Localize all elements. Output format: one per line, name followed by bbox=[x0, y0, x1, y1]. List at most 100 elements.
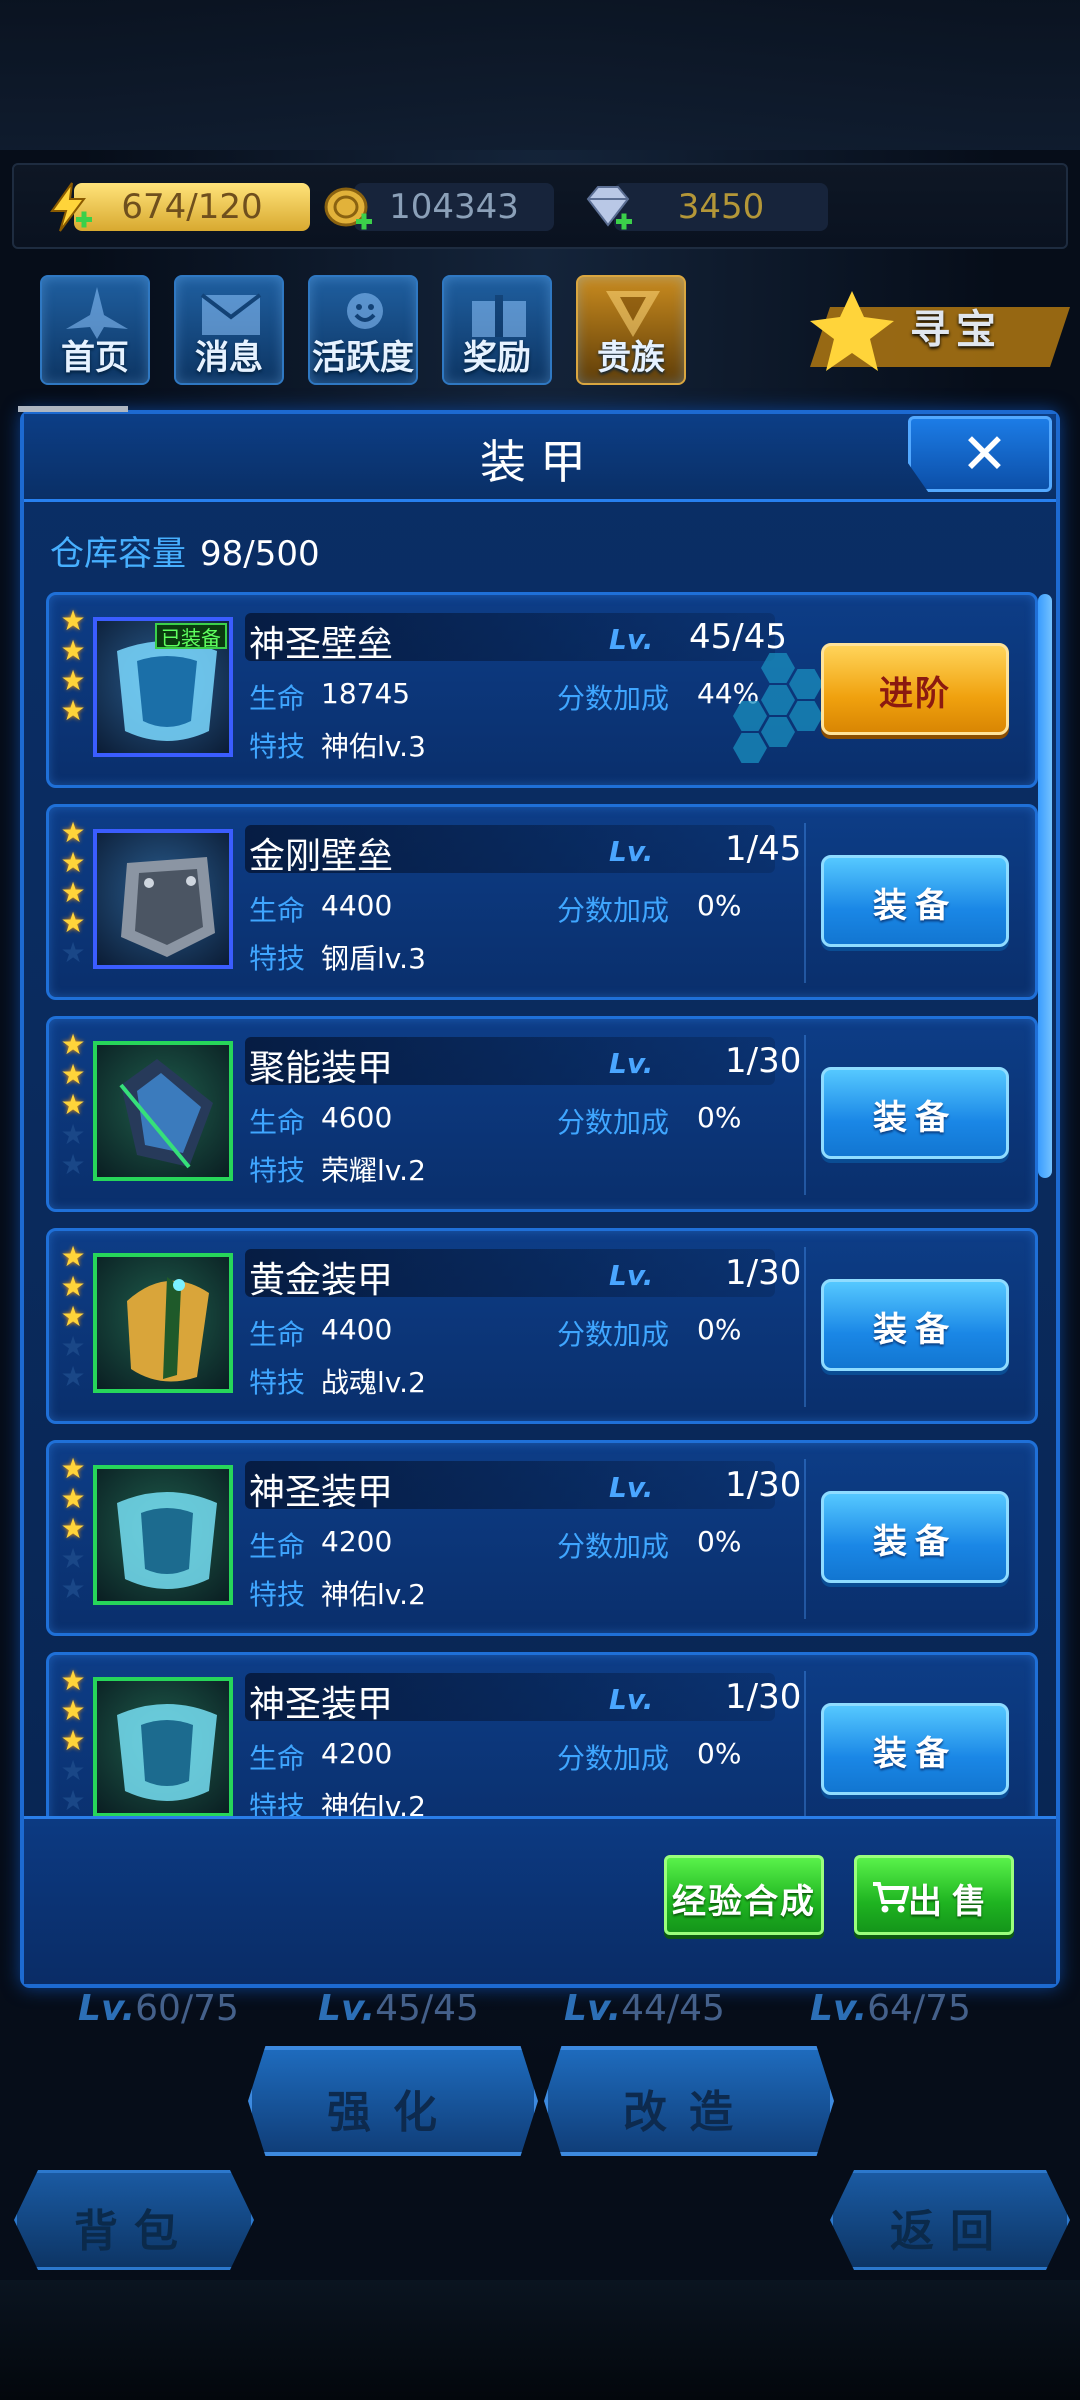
nav-rewards-button[interactable]: 奖励 bbox=[442, 275, 552, 385]
level-strip: Lv.60/75 Lv.45/45 Lv.44/45 Lv.64/75 bbox=[0, 1988, 1080, 2034]
list-item[interactable]: ★ ★ ★ ★ 已装备 神圣壁垒 Lv. 45/45 生命 18745 分数加成 44… bbox=[46, 592, 1038, 788]
equip-button[interactable]: 装备 bbox=[821, 1279, 1009, 1371]
armor-name: 神圣装甲 bbox=[249, 1684, 394, 1725]
star-rating: ★ ★ ★ ★ ★ bbox=[59, 1031, 89, 1181]
bonus-label: 分数加成 bbox=[557, 894, 670, 927]
armor-thumbnail[interactable] bbox=[93, 1041, 233, 1181]
armor-thumbnail[interactable]: 已装备 bbox=[93, 617, 233, 757]
star-icon: ★ bbox=[60, 1028, 86, 1061]
resource-bar: 674/120 104343 3450 bbox=[12, 163, 1068, 249]
level-value: 1/30 bbox=[725, 1041, 802, 1081]
skill-label: 特技 bbox=[249, 942, 306, 975]
armor-name: 金刚壁垒 bbox=[249, 836, 394, 877]
list-item[interactable]: ★ ★ ★ ★ ★ 聚能装甲 Lv. 1/30 生命 4600 分数加成 0% 特技 荣… bbox=[46, 1016, 1038, 1212]
nav-vip-button[interactable]: 贵族 bbox=[576, 275, 686, 385]
back-button[interactable]: 返回 bbox=[830, 2170, 1070, 2270]
close-button[interactable]: ✕ bbox=[908, 416, 1052, 492]
skill-label: 特技 bbox=[249, 1790, 306, 1816]
divider bbox=[804, 1671, 806, 1816]
hp-label: 生命 bbox=[249, 682, 306, 715]
star-empty-icon: ★ bbox=[60, 1148, 86, 1181]
steel-plate-icon bbox=[121, 857, 215, 957]
scroll-thumb[interactable] bbox=[1038, 594, 1052, 1178]
enhance-label: 强化 bbox=[327, 2087, 459, 2138]
list-item[interactable]: ★ ★ ★ ★ ★ 金刚壁垒 Lv. 1/45 生命 4400 分数加成 0% 特技 钢… bbox=[46, 804, 1038, 1000]
nav-home-button[interactable]: 首页 bbox=[40, 275, 150, 385]
coin-value: 104343 bbox=[389, 187, 519, 227]
armor-thumbnail[interactable] bbox=[93, 1465, 233, 1605]
star-icon: ★ bbox=[60, 906, 86, 939]
star-icon: ★ bbox=[60, 664, 86, 697]
armor-name: 神圣装甲 bbox=[249, 1472, 394, 1513]
exp-compose-button[interactable]: 经验合成 bbox=[664, 1855, 824, 1935]
equip-button[interactable]: 装备 bbox=[821, 1067, 1009, 1159]
armor-thumbnail[interactable] bbox=[93, 1253, 233, 1393]
level-indicator: Lv.44/45 bbox=[564, 1988, 725, 2029]
modify-button[interactable]: 改造 bbox=[544, 2046, 834, 2156]
hp-value: 4200 bbox=[321, 1525, 393, 1558]
equip-label: 装备 bbox=[873, 886, 957, 926]
equip-label: 装备 bbox=[873, 1098, 957, 1138]
star-icon: ★ bbox=[60, 1240, 86, 1273]
lv-value: 64/75 bbox=[867, 1988, 971, 2029]
armor-thumbnail[interactable] bbox=[93, 1677, 233, 1816]
star-empty-icon: ★ bbox=[60, 1118, 86, 1151]
star-rating: ★ ★ ★ ★ ★ bbox=[59, 1667, 89, 1816]
capacity-label: 仓库容量 bbox=[50, 534, 186, 574]
nav-label: 奖励 bbox=[463, 338, 531, 378]
coin-counter[interactable]: 104343 bbox=[324, 183, 554, 231]
sell-label: 出售 bbox=[908, 1882, 996, 1922]
star-empty-icon: ★ bbox=[60, 1360, 86, 1393]
equip-button[interactable]: 装备 bbox=[821, 855, 1009, 947]
star-icon: ★ bbox=[60, 1452, 86, 1485]
level-label: Lv. bbox=[609, 1259, 654, 1292]
bonus-label: 分数加成 bbox=[557, 1318, 670, 1351]
star-empty-icon: ★ bbox=[60, 1330, 86, 1363]
equip-button[interactable]: 装备 bbox=[821, 1703, 1009, 1795]
enhance-button[interactable]: 强化 bbox=[248, 2046, 538, 2156]
star-empty-icon: ★ bbox=[60, 936, 86, 969]
bonus-label: 分数加成 bbox=[557, 1106, 670, 1139]
star-icon: ★ bbox=[60, 1724, 86, 1757]
armor-list[interactable]: ★ ★ ★ ★ 已装备 神圣壁垒 Lv. 45/45 生命 18745 分数加成 44… bbox=[46, 592, 1038, 1816]
star-icon: ★ bbox=[60, 1088, 86, 1121]
energy-counter[interactable]: 674/120 bbox=[50, 182, 310, 232]
panel-title-bar: 装甲 ✕ bbox=[24, 414, 1056, 502]
nav-messages-button[interactable]: 消息 bbox=[174, 275, 284, 385]
armor-thumbnail[interactable] bbox=[93, 829, 233, 969]
panel-footer: 经验合成 出售 bbox=[24, 1816, 1056, 1984]
star-empty-icon: ★ bbox=[60, 1572, 86, 1605]
list-item[interactable]: ★ ★ ★ ★ ★ 黄金装甲 Lv. 1/30 生命 4400 分数加成 0% 特技 战… bbox=[46, 1228, 1038, 1424]
level-value: 1/30 bbox=[725, 1465, 802, 1505]
level-value: 1/30 bbox=[725, 1253, 802, 1293]
treasure-hunt-button[interactable]: 寻宝 bbox=[790, 287, 1070, 377]
sell-button[interactable]: 出售 bbox=[854, 1855, 1014, 1935]
star-rating: ★ ★ ★ ★ bbox=[59, 607, 89, 727]
star-empty-icon: ★ bbox=[60, 1542, 86, 1575]
advance-button[interactable]: 进阶 bbox=[821, 643, 1009, 735]
list-item[interactable]: ★ ★ ★ ★ ★ 神圣装甲 Lv. 1/30 生命 4200 分数加成 0% 特技 神… bbox=[46, 1652, 1038, 1816]
divider bbox=[804, 1247, 806, 1407]
hp-value: 4600 bbox=[321, 1101, 393, 1134]
list-item[interactable]: ★ ★ ★ ★ ★ 神圣装甲 Lv. 1/30 生命 4200 分数加成 0% 特技 神… bbox=[46, 1440, 1038, 1636]
nav-label: 贵族 bbox=[597, 338, 665, 378]
nav-label: 活跃度 bbox=[312, 338, 414, 378]
gem-counter[interactable]: 3450 bbox=[586, 183, 828, 231]
star-rating: ★ ★ ★ ★ ★ bbox=[59, 1243, 89, 1393]
star-icon: ★ bbox=[60, 1270, 86, 1303]
modify-label: 改造 bbox=[623, 2087, 755, 2138]
bonus-label: 分数加成 bbox=[557, 1742, 670, 1775]
equip-button[interactable]: 装备 bbox=[821, 1491, 1009, 1583]
skill-label: 特技 bbox=[249, 730, 306, 763]
bag-button[interactable]: 背包 bbox=[14, 2170, 254, 2270]
skill-value: 战魂lv.2 bbox=[321, 1366, 426, 1399]
skill-value: 神佑lv.2 bbox=[321, 1578, 426, 1611]
level-label: Lv. bbox=[609, 1471, 654, 1504]
hp-label: 生命 bbox=[249, 1106, 306, 1139]
nav-activity-button[interactable]: 活跃度 bbox=[308, 275, 418, 385]
bonus-label: 分数加成 bbox=[557, 1530, 670, 1563]
top-navigation: 首页 消息 活跃度 奖励 贵族 寻宝 bbox=[40, 275, 1070, 390]
list-scrollbar[interactable] bbox=[1038, 594, 1052, 1814]
star-icon: ★ bbox=[60, 1058, 86, 1091]
hp-value: 4400 bbox=[321, 889, 393, 922]
